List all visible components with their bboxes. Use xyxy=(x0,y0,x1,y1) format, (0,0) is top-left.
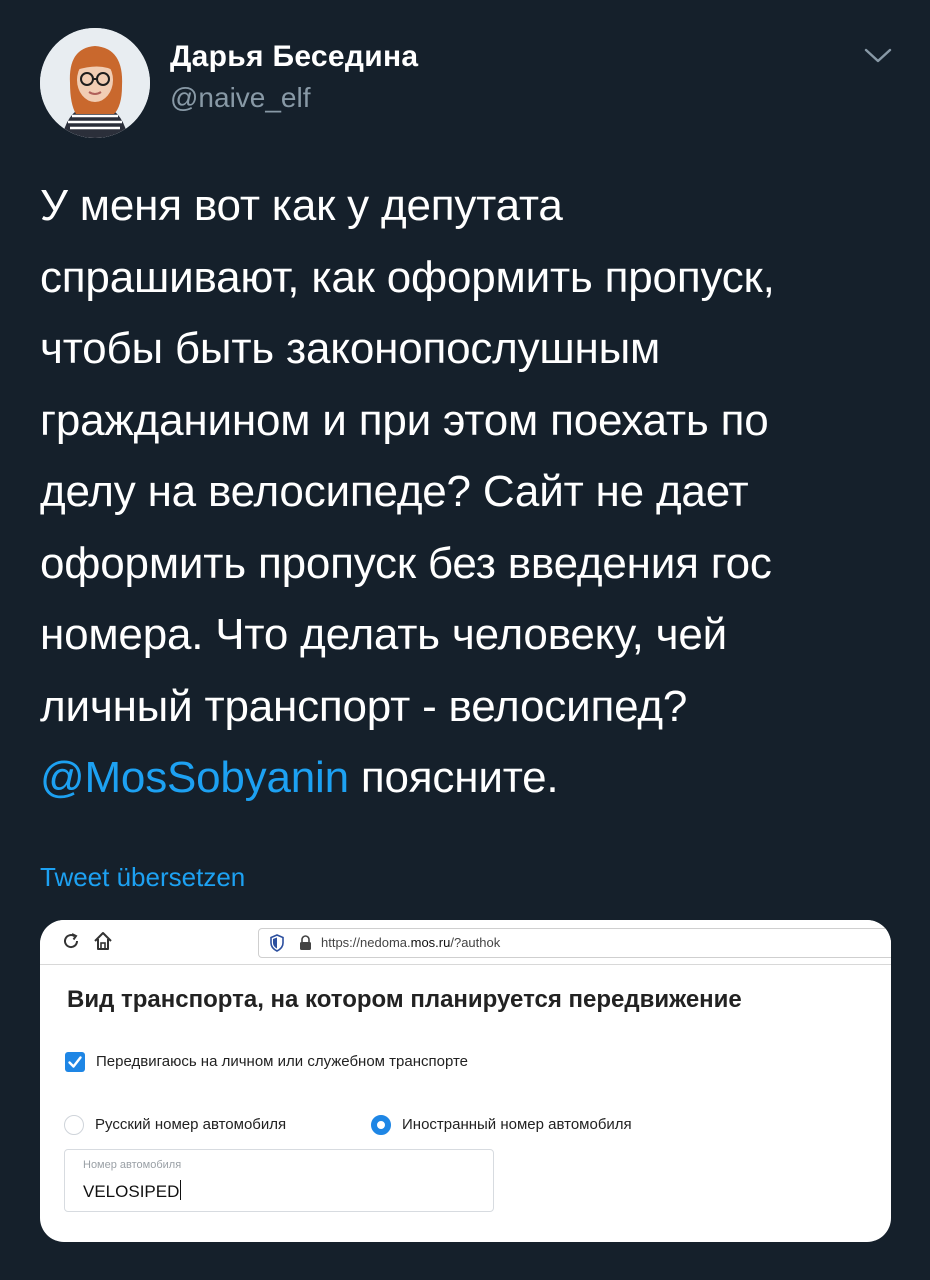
text-caret xyxy=(180,1180,182,1200)
author-handle[interactable]: @naive_elf xyxy=(170,82,311,114)
tweet-line: делу на велосипеде? Сайт не дает xyxy=(40,467,749,516)
url-suffix: /?authok xyxy=(450,935,501,950)
url-host: mos.ru xyxy=(410,935,451,950)
plate-value: VELOSIPED xyxy=(83,1182,180,1201)
plate-value-row: VELOSIPED xyxy=(83,1180,182,1202)
checkmark-icon xyxy=(68,1056,82,1068)
tweet-line: гражданином и при этом поехать по xyxy=(40,395,769,445)
personal-transport-checkbox xyxy=(65,1052,85,1072)
browser-toolbar: https://nedoma.mos.ru/?authok xyxy=(40,920,891,965)
tweet-line: оформить пропуск без введения гос xyxy=(40,538,772,588)
shield-icon xyxy=(269,934,285,952)
radio-foreign-label: Иностранный номер автомобиля xyxy=(402,1116,632,1133)
avatar-image xyxy=(40,28,150,138)
plate-number-field: Номер автомобиля VELOSIPED xyxy=(64,1149,494,1212)
tweet-line: чтобы быть законопослушным xyxy=(40,324,661,373)
form-title: Вид транспорта, на котором планируется п… xyxy=(67,986,742,1013)
tweet-text: У меня вот как у депутата спрашивают, ка… xyxy=(40,170,900,814)
tweet-line: номера. Что делать человеку, чей xyxy=(40,610,728,659)
translate-link[interactable]: Tweet übersetzen xyxy=(40,862,245,893)
chevron-down-icon[interactable] xyxy=(860,40,896,70)
plate-placeholder: Номер автомобиля xyxy=(83,1159,182,1171)
tweet-line-end: поясните. xyxy=(348,753,559,802)
url-prefix: https://nedoma. xyxy=(321,935,411,950)
avatar[interactable] xyxy=(40,28,150,138)
tweet-line-mention: @MosSobyanin поясните. xyxy=(40,742,900,814)
radio-russian-plate xyxy=(64,1115,84,1135)
mention-link[interactable]: @MosSobyanin xyxy=(40,753,349,802)
tweet-line: личный транспорт - велосипед? xyxy=(40,681,688,731)
radio-russian-label: Русский номер автомобиля xyxy=(95,1116,287,1133)
tweet-line: У меня вот как у депутата xyxy=(40,181,563,230)
url-bar: https://nedoma.mos.ru/?authok xyxy=(258,928,891,958)
reload-icon xyxy=(60,930,82,952)
radio-foreign-plate xyxy=(371,1115,391,1135)
attached-image[interactable]: https://nedoma.mos.ru/?authok Вид трансп… xyxy=(40,920,891,1242)
url-text: https://nedoma.mos.ru/?authok xyxy=(321,935,500,950)
lock-icon xyxy=(299,935,312,951)
author-name[interactable]: Дарья Беседина xyxy=(170,40,418,74)
checkbox-label: Передвигаюсь на личном или служебном тра… xyxy=(96,1053,469,1070)
tweet-line: спрашивают, как оформить пропуск, xyxy=(40,252,775,302)
home-icon xyxy=(92,930,114,952)
